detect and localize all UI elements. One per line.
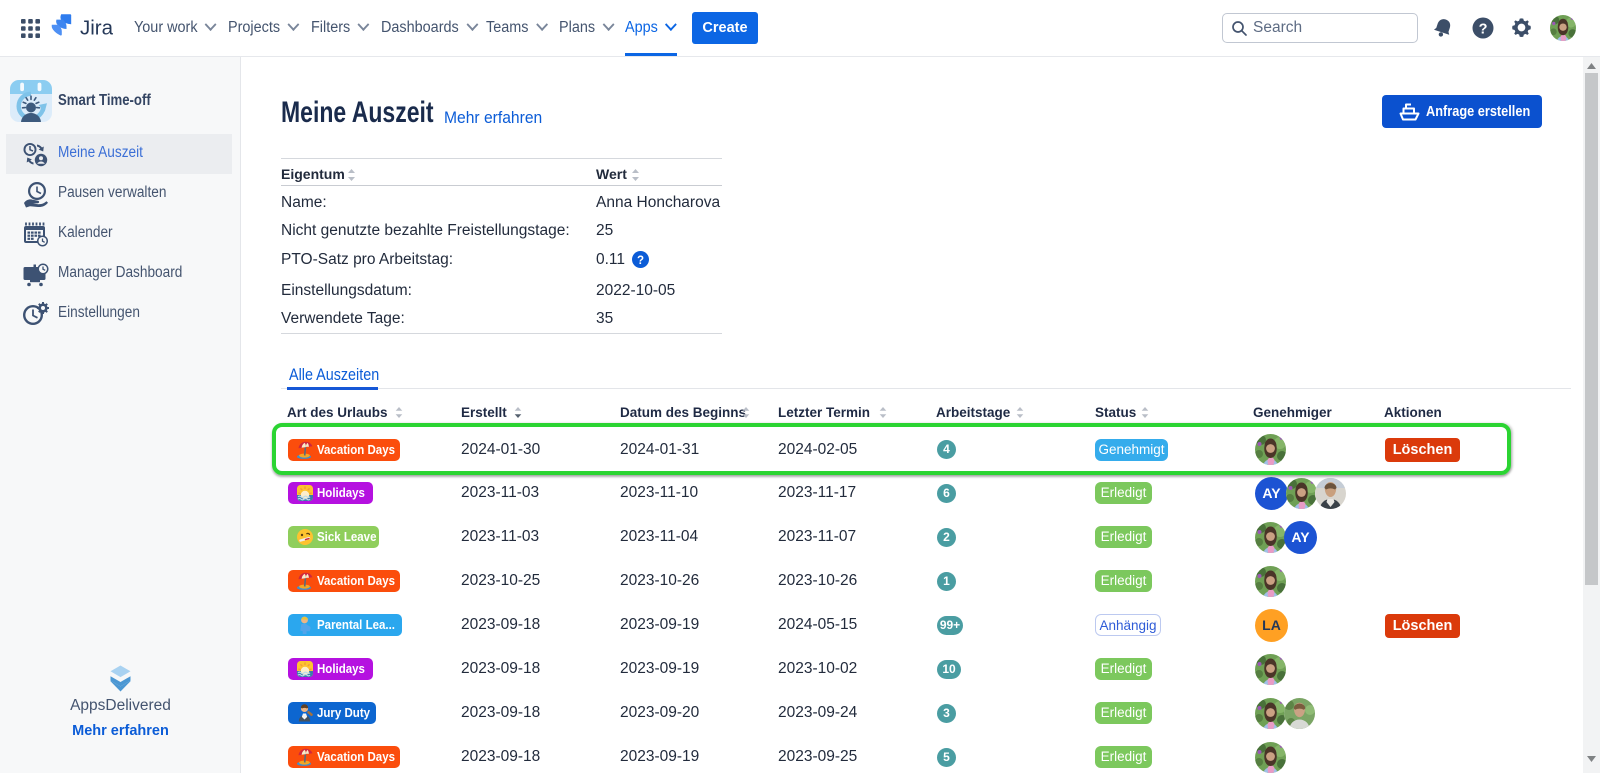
svg-text:?: ? bbox=[637, 255, 644, 267]
svg-text:Jira: Jira bbox=[80, 17, 113, 40]
svg-text:?: ? bbox=[1479, 21, 1488, 37]
